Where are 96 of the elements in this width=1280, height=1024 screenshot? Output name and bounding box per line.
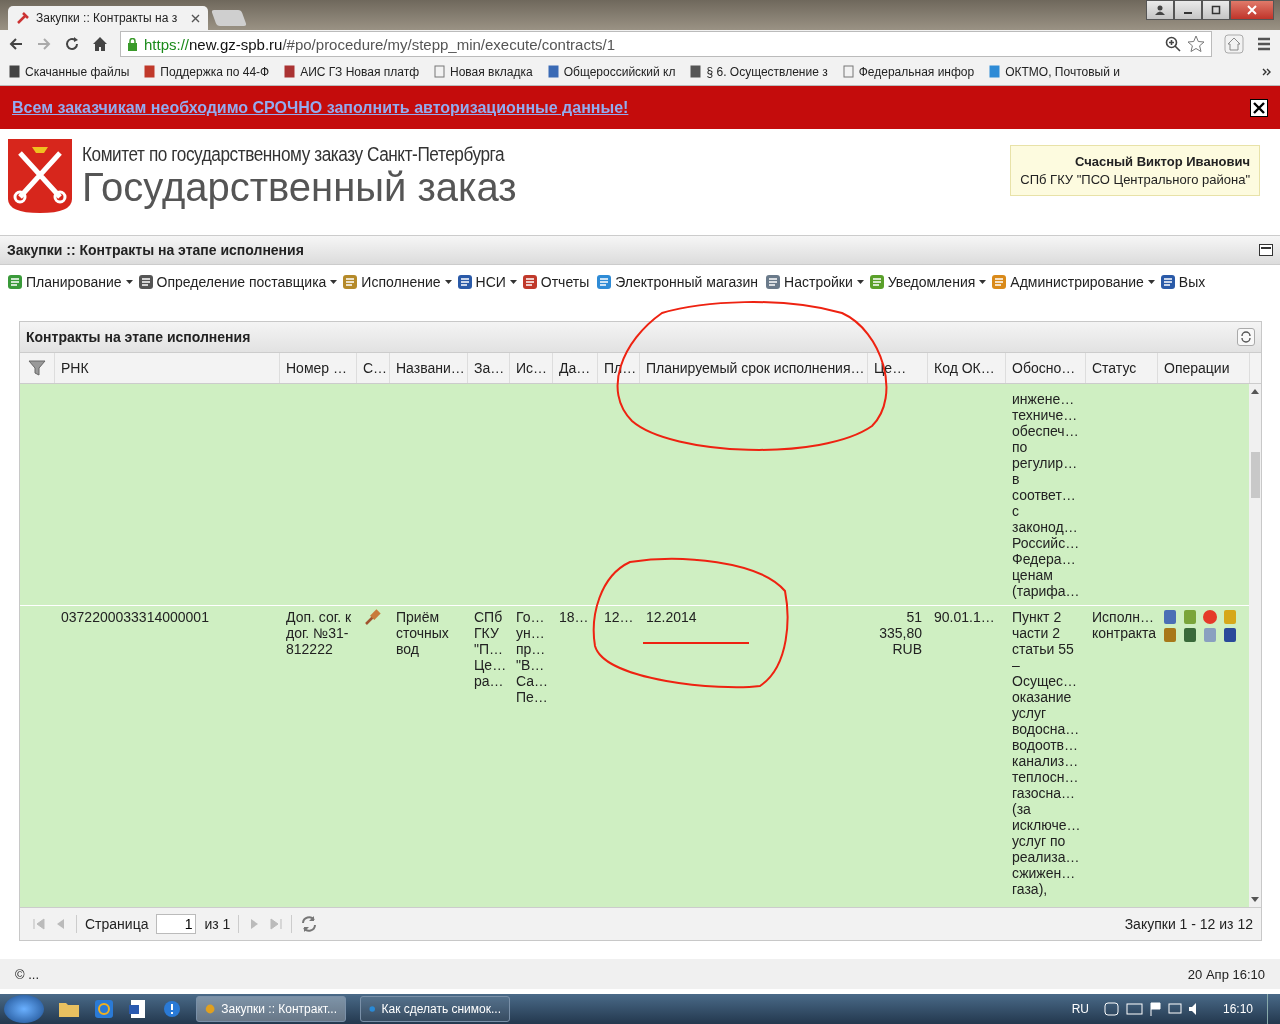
column-header[interactable]: РНК: [55, 353, 280, 383]
clock[interactable]: 16:10: [1222, 1002, 1253, 1016]
menu-item[interactable]: Настройки: [764, 273, 864, 291]
table-cell: Го… ун… пр… "В… Са… Пе…: [516, 609, 549, 705]
column-header[interactable]: Да…: [553, 353, 598, 383]
table-cell: инжене… техниче… обеспеч… по регулир… в соответ… с законод… Российс… Федера… ценам (тарифа…: [1012, 391, 1080, 599]
column-header[interactable]: Код ОК…: [928, 353, 1006, 383]
scroll-up-icon[interactable]: [1251, 388, 1259, 394]
table-cell: 90.01.1…: [934, 609, 995, 625]
page-icon: [689, 65, 703, 78]
table-cell: 18…: [559, 609, 589, 625]
user-name: Счасный Виктор Иванович: [1074, 154, 1250, 169]
lock-icon: [127, 37, 138, 51]
table-cell: 0372200033314000001: [61, 609, 209, 625]
zoom-icon[interactable]: [1165, 36, 1181, 52]
user-organization: СПб ГКУ "ПСО Центрального района": [1020, 172, 1250, 187]
organization-name: Комитет по государственному заказу Санкт-Петербурга: [82, 143, 505, 166]
page-label: Страница: [85, 916, 149, 932]
bookmark[interactable]: АИС ГЗ Новая платф: [283, 64, 419, 79]
table-cell: 12.2014: [646, 609, 697, 625]
hammer-icon: [16, 11, 30, 25]
records-summary: Закупки 1 - 12 из 12: [1124, 916, 1253, 932]
page-icon: [841, 65, 855, 78]
page-title: Закупки :: Контракты на этапе исполнения: [7, 242, 304, 258]
menu-item[interactable]: НСИ: [455, 273, 517, 291]
reload-icon[interactable]: [64, 36, 80, 52]
gavel-icon: [363, 609, 381, 627]
page-input[interactable]: 1: [156, 914, 197, 934]
house-icon[interactable]: [1224, 34, 1244, 54]
menu-item[interactable]: Определение поставщика: [136, 273, 338, 291]
menu-item[interactable]: Вых: [1158, 273, 1208, 291]
help-icon[interactable]: [162, 999, 182, 1019]
scroll-down-icon[interactable]: [1251, 897, 1259, 903]
column-header[interactable]: Планируемый срок исполнения…: [640, 353, 868, 383]
bookmark[interactable]: ОКТМО, Почтовый и: [988, 64, 1120, 79]
table-cell: 51 335,80 RUB: [879, 609, 922, 657]
list-icon: [6, 273, 24, 291]
new-tab-button[interactable]: [211, 10, 247, 26]
bookmark[interactable]: § 6. Осуществление з: [689, 64, 828, 79]
page-icon: [988, 65, 1002, 78]
scrollbar-thumb[interactable]: [1250, 452, 1260, 498]
menu-item[interactable]: Уведомления: [867, 273, 987, 291]
table-cell: СПб ГКУ "П… Це… ра…: [474, 609, 507, 689]
address-field[interactable]: https://new.gz-spb.ru/#po/procedure/my/stepp_min/execute/contracts/1: [120, 31, 1212, 57]
bookmark[interactable]: Новая вкладка: [433, 64, 533, 79]
bookmark[interactable]: Федеральная инфор: [841, 64, 975, 79]
filter-icon[interactable]: [28, 359, 46, 377]
close-icon[interactable]: [191, 13, 200, 23]
browser-tab[interactable]: Закупки :: Контракты на з: [8, 6, 208, 30]
column-header[interactable]: Операции: [1158, 353, 1250, 383]
page-count: из 1: [204, 916, 231, 932]
column-header[interactable]: Названи…: [390, 353, 468, 383]
circle-icon[interactable]: [1202, 609, 1218, 625]
column-header[interactable]: Номер …: [280, 353, 357, 383]
table-cell: Доп. сог. к дог. №31- 812222: [286, 609, 352, 657]
menu-item[interactable]: Исполнение: [341, 273, 452, 291]
menu-item[interactable]: Отчеты: [520, 273, 592, 291]
bookmark[interactable]: Поддержка по 44-Ф: [143, 64, 270, 79]
home-icon[interactable]: [92, 36, 108, 52]
star-icon[interactable]: [1187, 35, 1205, 53]
column-header[interactable]: С…: [357, 353, 390, 383]
column-header[interactable]: Ис…: [510, 353, 553, 383]
close-icon[interactable]: [1253, 101, 1265, 114]
refresh-icon[interactable]: [1240, 331, 1252, 343]
column-header[interactable]: За…: [468, 353, 510, 383]
footer-datetime: 20 Апр 16:10: [1187, 966, 1265, 982]
page-icon: [433, 65, 446, 78]
column-header[interactable]: Статус: [1086, 353, 1158, 383]
page-icon: [8, 65, 21, 78]
chevron-icon[interactable]: [1262, 67, 1272, 76]
taskbar-button[interactable]: Закупки :: Контракт...: [196, 996, 346, 1022]
page-icon: [546, 65, 560, 78]
table-cell: Приём сточных вод: [396, 609, 449, 657]
table-cell: Исполн… контракта: [1092, 609, 1157, 641]
column-header[interactable]: Обосно…: [1006, 353, 1086, 383]
language-indicator[interactable]: RU: [1071, 1002, 1089, 1016]
taskbar-button[interactable]: Как сделать снимок...: [360, 996, 510, 1022]
page-icon: [143, 65, 157, 78]
maximize-icon[interactable]: [1211, 5, 1221, 15]
app-icon: [205, 1002, 216, 1016]
page-icon: [283, 65, 297, 78]
bookmark[interactable]: Скачанные файлы: [8, 64, 130, 79]
menu-item[interactable]: Администрирование: [990, 273, 1155, 291]
site-title: Государственный заказ: [82, 166, 518, 208]
menu-item[interactable]: Электронный магазин: [595, 273, 761, 291]
minimize-icon[interactable]: [1259, 244, 1273, 256]
panel-title: Контракты на этапе исполнения: [26, 329, 251, 345]
start-button[interactable]: [4, 995, 44, 1023]
back-icon[interactable]: [8, 36, 24, 52]
refresh-icon[interactable]: [300, 915, 319, 933]
table-cell: Пункт 2 части 2 статьи 55 – Осущес… оказание услуг водосна… водоотв… канализ… теплосн… газосна… (за исключе… услуг по реализа… сжижен… газа),: [1012, 609, 1081, 897]
table-cell: 12…: [604, 609, 634, 625]
menu-icon[interactable]: [1256, 36, 1272, 52]
menu-item[interactable]: Планирование: [6, 273, 133, 291]
bookmark[interactable]: Общероссийский кл: [546, 64, 676, 79]
copyright: © ...: [15, 966, 40, 982]
